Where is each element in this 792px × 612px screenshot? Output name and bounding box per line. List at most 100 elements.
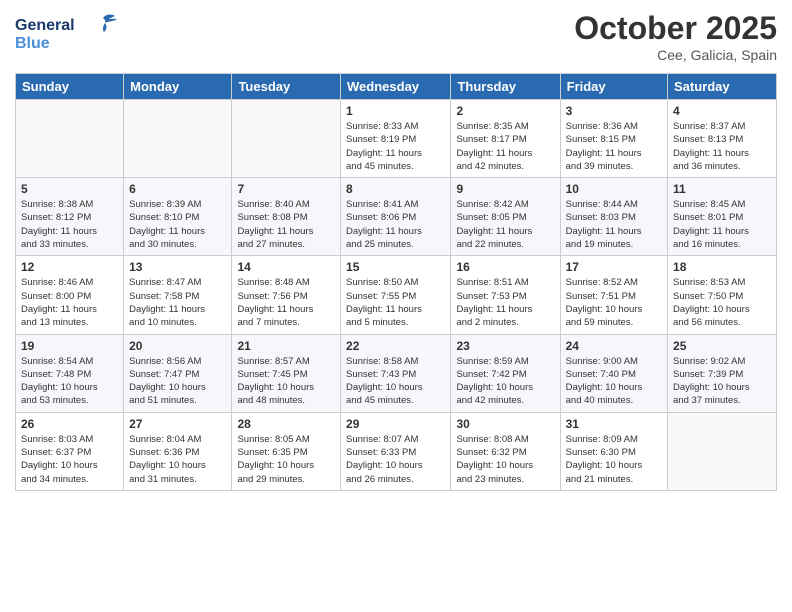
day-info: Sunrise: 8:41 AMSunset: 8:06 PMDaylight:… — [346, 198, 445, 251]
page-header: General Blue October 2025 Cee, Galicia, … — [15, 10, 777, 63]
day-number: 2 — [456, 104, 554, 118]
calendar-cell: 12 Sunrise: 8:46 AMSunset: 8:00 PMDayligh… — [16, 256, 124, 334]
calendar-cell: 1 Sunrise: 8:33 AMSunset: 8:19 PMDaylight… — [341, 100, 451, 178]
calendar-cell: 29 Sunrise: 8:07 AMSunset: 6:33 PMDayligh… — [341, 412, 451, 490]
calendar-day-header: Sunday — [16, 74, 124, 100]
day-info: Sunrise: 8:07 AMSunset: 6:33 PMDaylight:… — [346, 433, 445, 486]
calendar-cell: 18 Sunrise: 8:53 AMSunset: 7:50 PMDayligh… — [668, 256, 777, 334]
calendar-cell: 11 Sunrise: 8:45 AMSunset: 8:01 PMDayligh… — [668, 178, 777, 256]
calendar-cell: 27Sunrise: 8:04 AMSunset: 6:36 PMDayligh… — [124, 412, 232, 490]
day-number: 8 — [346, 182, 445, 196]
day-info: Sunrise: 8:37 AMSunset: 8:13 PMDaylight:… — [673, 120, 771, 173]
day-number: 16 — [456, 260, 554, 274]
calendar-cell: 28 Sunrise: 8:05 AMSunset: 6:35 PMDayligh… — [232, 412, 341, 490]
calendar-cell: 31 Sunrise: 8:09 AMSunset: 6:30 PMDayligh… — [560, 412, 667, 490]
day-number: 23 — [456, 339, 554, 353]
calendar-cell: 19Sunrise: 8:54 AMSunset: 7:48 PMDayligh… — [16, 334, 124, 412]
day-number: 29 — [346, 417, 445, 431]
day-info: Sunrise: 8:05 AMSunset: 6:35 PMDaylight:… — [237, 433, 335, 486]
day-info: Sunrise: 8:51 AMSunset: 7:53 PMDaylight:… — [456, 276, 554, 329]
svg-text:Blue: Blue — [15, 35, 50, 52]
day-number: 15 — [346, 260, 445, 274]
day-info: Sunrise: 8:53 AMSunset: 7:50 PMDaylight:… — [673, 276, 771, 329]
day-info: Sunrise: 8:48 AMSunset: 7:56 PMDaylight:… — [237, 276, 335, 329]
day-number: 22 — [346, 339, 445, 353]
day-info: Sunrise: 8:39 AMSunset: 8:10 PMDaylight:… — [129, 198, 226, 251]
day-info: Sunrise: 8:36 AMSunset: 8:15 PMDaylight:… — [566, 120, 662, 173]
svg-text:General: General — [15, 17, 75, 34]
day-info: Sunrise: 8:40 AMSunset: 8:08 PMDaylight:… — [237, 198, 335, 251]
calendar-cell: 22 Sunrise: 8:58 AMSunset: 7:43 PMDayligh… — [341, 334, 451, 412]
day-number: 28 — [237, 417, 335, 431]
calendar-cell: 30 Sunrise: 8:08 AMSunset: 6:32 PMDayligh… — [451, 412, 560, 490]
calendar-cell: 4 Sunrise: 8:37 AMSunset: 8:13 PMDaylight… — [668, 100, 777, 178]
calendar-cell: 25 Sunrise: 9:02 AMSunset: 7:39 PMDayligh… — [668, 334, 777, 412]
day-number: 13 — [129, 260, 226, 274]
day-info: Sunrise: 8:35 AMSunset: 8:17 PMDaylight:… — [456, 120, 554, 173]
calendar-day-header: Wednesday — [341, 74, 451, 100]
calendar-cell: 17 Sunrise: 8:52 AMSunset: 7:51 PMDayligh… — [560, 256, 667, 334]
calendar-cell: 2 Sunrise: 8:35 AMSunset: 8:17 PMDaylight… — [451, 100, 560, 178]
day-info: Sunrise: 8:46 AMSunset: 8:00 PMDaylight:… — [21, 276, 118, 329]
month-title: October 2025 — [574, 10, 777, 47]
calendar-cell: 5Sunrise: 8:38 AMSunset: 8:12 PMDaylight… — [16, 178, 124, 256]
day-number: 1 — [346, 104, 445, 118]
calendar-cell: 20Sunrise: 8:56 AMSunset: 7:47 PMDayligh… — [124, 334, 232, 412]
day-info: Sunrise: 8:50 AMSunset: 7:55 PMDaylight:… — [346, 276, 445, 329]
day-number: 30 — [456, 417, 554, 431]
calendar-cell: 24Sunrise: 9:00 AMSunset: 7:40 PMDayligh… — [560, 334, 667, 412]
calendar-cell — [124, 100, 232, 178]
day-number: 4 — [673, 104, 771, 118]
day-number: 10 — [566, 182, 662, 196]
day-info: Sunrise: 8:52 AMSunset: 7:51 PMDaylight:… — [566, 276, 662, 329]
calendar-day-header: Friday — [560, 74, 667, 100]
day-number: 18 — [673, 260, 771, 274]
day-info: Sunrise: 8:09 AMSunset: 6:30 PMDaylight:… — [566, 433, 662, 486]
calendar-cell: 15 Sunrise: 8:50 AMSunset: 7:55 PMDayligh… — [341, 256, 451, 334]
day-number: 21 — [237, 339, 335, 353]
calendar-week-row: 1 Sunrise: 8:33 AMSunset: 8:19 PMDaylight… — [16, 100, 777, 178]
calendar-cell: 7 Sunrise: 8:40 AMSunset: 8:08 PMDaylight… — [232, 178, 341, 256]
calendar-cell — [16, 100, 124, 178]
day-info: Sunrise: 8:56 AMSunset: 7:47 PMDaylight:… — [129, 355, 226, 408]
calendar-day-header: Tuesday — [232, 74, 341, 100]
day-number: 11 — [673, 182, 771, 196]
calendar-cell — [232, 100, 341, 178]
day-info: Sunrise: 8:04 AMSunset: 6:36 PMDaylight:… — [129, 433, 226, 486]
location: Cee, Galicia, Spain — [574, 47, 777, 63]
day-number: 25 — [673, 339, 771, 353]
day-info: Sunrise: 9:02 AMSunset: 7:39 PMDaylight:… — [673, 355, 771, 408]
calendar-cell: 3 Sunrise: 8:36 AMSunset: 8:15 PMDaylight… — [560, 100, 667, 178]
calendar-day-header: Saturday — [668, 74, 777, 100]
calendar-day-header: Thursday — [451, 74, 560, 100]
day-info: Sunrise: 8:54 AMSunset: 7:48 PMDaylight:… — [21, 355, 118, 408]
day-number: 3 — [566, 104, 662, 118]
day-info: Sunrise: 8:47 AMSunset: 7:58 PMDaylight:… — [129, 276, 226, 329]
calendar-cell: 23 Sunrise: 8:59 AMSunset: 7:42 PMDayligh… — [451, 334, 560, 412]
day-info: Sunrise: 8:08 AMSunset: 6:32 PMDaylight:… — [456, 433, 554, 486]
day-info: Sunrise: 8:33 AMSunset: 8:19 PMDaylight:… — [346, 120, 445, 173]
calendar-header-row: SundayMondayTuesdayWednesdayThursdayFrid… — [16, 74, 777, 100]
calendar-cell: 8 Sunrise: 8:41 AMSunset: 8:06 PMDaylight… — [341, 178, 451, 256]
day-number: 9 — [456, 182, 554, 196]
calendar-week-row: 12 Sunrise: 8:46 AMSunset: 8:00 PMDayligh… — [16, 256, 777, 334]
page-container: General Blue October 2025 Cee, Galicia, … — [0, 0, 792, 501]
logo-text: General Blue — [15, 10, 125, 60]
day-number: 26 — [21, 417, 118, 431]
logo: General Blue — [15, 10, 125, 60]
day-info: Sunrise: 8:45 AMSunset: 8:01 PMDaylight:… — [673, 198, 771, 251]
day-number: 31 — [566, 417, 662, 431]
calendar-cell — [668, 412, 777, 490]
day-info: Sunrise: 8:59 AMSunset: 7:42 PMDaylight:… — [456, 355, 554, 408]
day-number: 7 — [237, 182, 335, 196]
day-number: 17 — [566, 260, 662, 274]
calendar-cell: 14Sunrise: 8:48 AMSunset: 7:56 PMDayligh… — [232, 256, 341, 334]
day-info: Sunrise: 8:44 AMSunset: 8:03 PMDaylight:… — [566, 198, 662, 251]
day-info: Sunrise: 8:58 AMSunset: 7:43 PMDaylight:… — [346, 355, 445, 408]
day-number: 5 — [21, 182, 118, 196]
calendar-table: SundayMondayTuesdayWednesdayThursdayFrid… — [15, 73, 777, 491]
calendar-cell: 13 Sunrise: 8:47 AMSunset: 7:58 PMDayligh… — [124, 256, 232, 334]
day-number: 12 — [21, 260, 118, 274]
calendar-week-row: 5Sunrise: 8:38 AMSunset: 8:12 PMDaylight… — [16, 178, 777, 256]
day-info: Sunrise: 8:03 AMSunset: 6:37 PMDaylight:… — [21, 433, 118, 486]
